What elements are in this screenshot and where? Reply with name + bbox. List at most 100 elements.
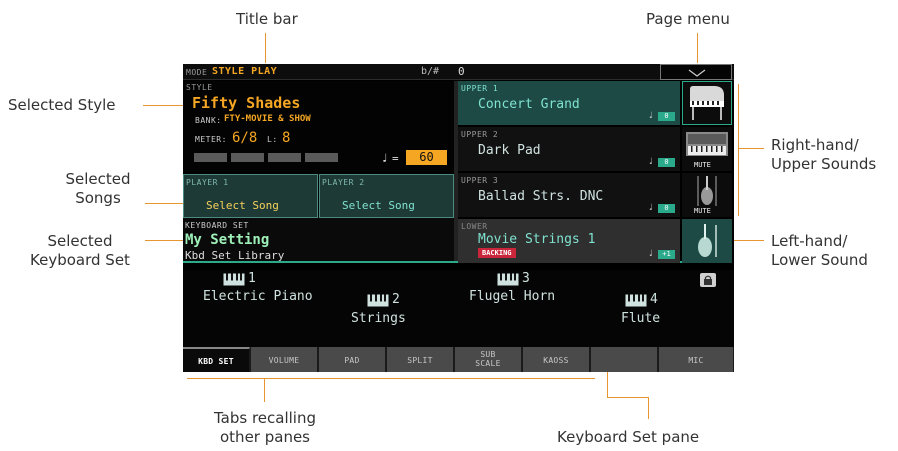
octave-icon: ♩ xyxy=(648,111,654,121)
upper-3-icon-button[interactable]: MUTE xyxy=(682,173,732,217)
leader-kbd-pane-h xyxy=(607,397,649,398)
keyboard-set-panel[interactable]: KEYBOARD SET My Setting Kbd Set Library xyxy=(183,218,732,263)
kbd-sound-4[interactable]: 4 Flute xyxy=(619,288,689,333)
style-label: STYLE xyxy=(186,83,213,92)
octave-value: 0 xyxy=(658,112,675,121)
mode-value[interactable]: STYLE PLAY xyxy=(212,66,277,77)
sound-name: Concert Grand xyxy=(478,97,580,112)
leader-tabs-h xyxy=(187,378,595,379)
lower-icon-button[interactable] xyxy=(682,219,732,263)
kbd-set-name: My Setting xyxy=(185,232,270,248)
length-value: 8 xyxy=(282,130,291,146)
style-name: Fifty Shades xyxy=(192,94,301,112)
annotation-line: Songs xyxy=(75,189,121,207)
lock-button[interactable] xyxy=(700,273,716,287)
kbd-sound-name: Flute xyxy=(621,311,661,326)
keyboard-icon xyxy=(497,273,519,286)
annotation-line: Selected xyxy=(65,170,131,188)
tab-label: KBD SET xyxy=(198,357,234,366)
tab-split[interactable]: SPLIT xyxy=(387,347,454,372)
annotation-page-menu: Page menu xyxy=(646,10,730,28)
tab-mic[interactable]: MIC xyxy=(659,347,734,372)
beat-segment xyxy=(231,153,264,162)
instrument-display: MODE STYLE PLAY b/# 0 STYLE Fifty Shades… xyxy=(183,64,734,372)
kbd-sound-name: Flugel Horn xyxy=(469,289,556,304)
chevron-down-icon xyxy=(688,69,706,77)
leader-page-menu xyxy=(697,33,698,63)
leader-selected-songs xyxy=(145,203,184,204)
kbd-sound-number: 2 xyxy=(392,292,400,307)
tab-label: MIC xyxy=(688,356,704,365)
sound-label: LOWER xyxy=(461,222,488,231)
tempo-equals: = xyxy=(392,152,399,165)
tab-kbd-set[interactable]: KBD SET xyxy=(183,347,250,372)
upper-1-icon-button[interactable] xyxy=(682,81,732,125)
keyboard-set-pane: 1 Electric Piano 2 Strings 3 Flugel Horn xyxy=(183,270,734,347)
annotation-selected-style: Selected Style xyxy=(8,96,116,114)
bank-value: FTY-MOVIE & SHOW xyxy=(224,114,311,124)
player-song: Select Song xyxy=(206,199,279,212)
annotation-title-bar: Title bar xyxy=(236,10,298,28)
lock-icon xyxy=(704,275,712,285)
beat-segment xyxy=(268,153,301,162)
annotation-line: other panes xyxy=(220,428,310,446)
kbd-sound-3[interactable]: 3 Flugel Horn xyxy=(469,270,579,304)
leader-tabs-v xyxy=(264,378,265,402)
violin-icon xyxy=(697,176,717,206)
upper-2-sound[interactable]: UPPER 2 Dark Pad ♩ 0 xyxy=(458,127,680,171)
octave-indicator: ♩ 0 xyxy=(648,157,676,167)
annotation-selected-kbd-set: Selected Keyboard Set xyxy=(22,232,138,270)
tab-label: PAD xyxy=(344,356,360,365)
annotation-tabs-recalling: Tabs recalling other panes xyxy=(201,409,329,447)
tab-empty[interactable] xyxy=(591,347,658,372)
tab-label: SUB xyxy=(480,350,496,359)
bank-label: BANK: xyxy=(195,116,222,125)
keyboard-icon xyxy=(367,294,389,307)
mute-label: MUTE xyxy=(694,207,711,215)
player-song: Select Song xyxy=(342,199,415,212)
annotation-kbd-set-pane: Keyboard Set pane xyxy=(557,428,700,446)
octave-icon: ♩ xyxy=(648,249,654,259)
sound-label: UPPER 1 xyxy=(461,84,499,93)
tab-kaoss[interactable]: KAOSS xyxy=(523,347,590,372)
leader-right-hand-v xyxy=(738,84,739,216)
octave-icon: ♩ xyxy=(648,203,654,213)
tab-volume[interactable]: VOLUME xyxy=(251,347,318,372)
lower-sound[interactable]: LOWER Movie Strings 1 BACKING ♩ +1 xyxy=(458,219,680,263)
backing-badge: BACKING xyxy=(478,248,516,258)
tab-bar: KBD SET VOLUME PAD SPLIT SUB SCALE KAOSS … xyxy=(183,347,734,372)
tempo-value[interactable]: 60 xyxy=(406,150,447,165)
beat-segment xyxy=(305,153,338,162)
kbd-sound-number: 4 xyxy=(650,292,658,307)
upper-2-icon-button[interactable]: MUTE xyxy=(682,127,732,171)
style-panel[interactable]: STYLE Fifty Shades BANK: FTY-MOVIE & SHO… xyxy=(183,81,454,174)
player-1-slot[interactable]: PLAYER 1 Select Song xyxy=(183,174,318,218)
upper-3-sound[interactable]: UPPER 3 Ballad Strs. DNC ♩ 0 xyxy=(458,173,680,217)
keyboard-icon xyxy=(223,273,245,286)
annotation-line: Right-hand/ xyxy=(771,136,859,154)
kbd-sound-name: Electric Piano xyxy=(203,289,313,304)
tab-pad[interactable]: PAD xyxy=(319,347,386,372)
tab-sub-scale[interactable]: SUB SCALE xyxy=(455,347,522,372)
sound-label: UPPER 2 xyxy=(461,130,499,139)
meter-label: METER: xyxy=(195,135,227,144)
title-bar: MODE STYLE PLAY b/# 0 xyxy=(183,64,734,80)
octave-value: 0 xyxy=(658,158,675,167)
player-2-slot[interactable]: PLAYER 2 Select Song xyxy=(319,174,454,218)
annotation-line: Keyboard Set xyxy=(30,251,130,269)
keyboard-icon xyxy=(625,294,647,307)
transpose-label: b/# xyxy=(421,66,440,77)
kbd-sound-2[interactable]: 2 Strings xyxy=(351,288,431,333)
upper-1-sound[interactable]: UPPER 1 Concert Grand ♩ 0 xyxy=(458,81,680,125)
octave-value: 0 xyxy=(658,204,675,213)
leader-kbd-pane-v2 xyxy=(648,397,649,419)
player-label: PLAYER 2 xyxy=(322,178,365,187)
leader-title-bar xyxy=(265,33,266,63)
leader-selected-style xyxy=(143,105,184,106)
annotation-left-hand: Left-hand/ Lower Sound xyxy=(771,232,868,270)
page-menu-button[interactable] xyxy=(660,64,732,80)
kbd-sound-1[interactable]: 1 Electric Piano xyxy=(203,270,333,304)
annotation-line: Upper Sounds xyxy=(771,155,877,173)
sound-label: UPPER 3 xyxy=(461,176,499,185)
transpose-value[interactable]: 0 xyxy=(458,65,465,78)
